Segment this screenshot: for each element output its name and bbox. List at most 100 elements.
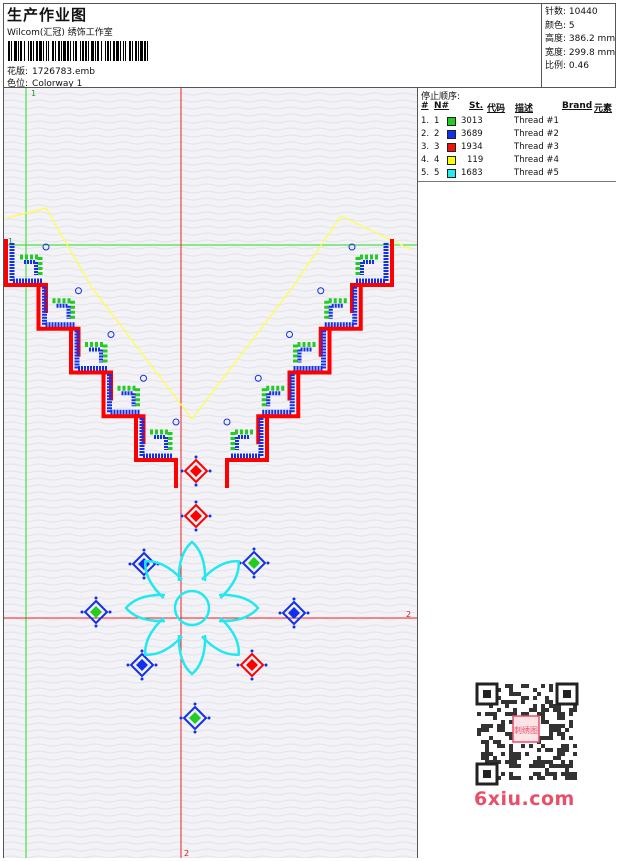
qr-cell [561,772,565,776]
company-name: Wilcom(汇冠) 绣饰工作室 [7,28,113,38]
flower-petal [200,560,240,600]
color-swatch [447,169,456,178]
qr-cell [497,724,501,728]
texture-line [4,631,417,635]
qr-cell [557,764,561,768]
col-header-index: # [421,101,429,111]
qr-cell [561,732,565,736]
qr-cell [561,752,565,756]
qr-cell [569,720,573,724]
qr-cell [501,720,505,724]
diamond-center [248,557,260,569]
texture-line [4,484,417,488]
barcode-bar [105,41,106,61]
qr-cell [561,724,565,728]
texture-line [4,337,417,341]
barcode-bar [20,41,22,61]
qr-finder-core [483,770,491,778]
texture-line [4,148,417,152]
qr-cell [541,736,545,740]
texture-line [4,540,417,544]
texture-line [4,526,417,530]
qr-cell [501,744,505,748]
barcode-bar [135,41,137,61]
qr-cell [557,724,561,728]
col-header-stop: St. [469,101,484,111]
qr-cell [529,708,533,712]
thread-row: 1. 1 3013 Thread #1 [421,116,559,126]
qr-cell [477,732,481,736]
qr-cell [553,708,557,712]
qr-cell [513,756,517,760]
texture-line [4,771,417,775]
barcode-bar [82,41,84,61]
qr-cell [573,744,577,748]
qr-cell [557,716,561,720]
qr-cell [513,692,517,696]
diamond-dot [278,611,282,615]
barcode-bar [125,41,126,61]
qr-cell [517,776,521,780]
qr-cell [561,744,565,748]
texture-line [4,113,417,117]
design-canvas[interactable]: 1 1 2 2 [4,88,418,858]
texture-line [4,638,417,642]
texture-line [4,694,417,698]
barcode-bar [36,41,38,61]
qr-cell [521,744,525,748]
qr-cell [545,768,549,772]
qr-cell [521,696,525,700]
qr-cell [537,748,541,752]
texture-line [4,407,417,411]
texture-line [4,491,417,495]
qr-cell [529,776,533,780]
qr-cell [537,760,541,764]
qr-cell [565,764,569,768]
texture-line [4,813,417,817]
texture-line [4,561,417,565]
qr-cell [557,752,561,756]
qr-cell [549,688,553,692]
qr-cell [561,736,565,740]
qr-cell [493,756,497,760]
qr-cell [521,700,525,704]
qr-cell [557,756,561,760]
qr-cell [513,764,517,768]
header: 生产作业图 Wilcom(汇冠) 绣饰工作室 花版: 1726783.emb 色位… [4,4,541,89]
qr-cell [493,740,497,744]
diamond-dot [207,716,211,720]
qr-cell [545,696,549,700]
qr-cell [561,760,565,764]
diamond-dot [94,624,98,628]
qr-cell [565,768,569,772]
qr-cell [553,772,557,776]
qr-cell [529,764,533,768]
qr-cell [533,760,537,764]
barcode-bar [95,41,96,61]
barcode-bar [30,41,32,61]
qr-cell [549,772,553,776]
texture-line [4,99,417,103]
qr-cell [509,700,513,704]
diamond-dot [252,575,256,579]
qr-cell [513,752,517,756]
qr-cell [493,712,497,716]
qr-cell [517,756,521,760]
diamond-dot [236,663,240,667]
qr-cell [481,740,485,744]
qr-cell [541,712,545,716]
qr-cell [541,760,545,764]
qr-cell [537,776,541,780]
qr-cell [497,744,501,748]
qr-cell [565,772,569,776]
qr-cell [541,776,545,780]
texture-line [4,414,417,418]
texture-line [4,239,417,243]
barcode-bar [48,41,49,61]
qr-cell [561,712,565,716]
pendant-dot [223,418,231,426]
texture-line [4,736,417,740]
spec-width: 宽度: 299.8 mm [545,47,616,58]
qr-cell [553,756,557,760]
texture-line [4,596,417,600]
